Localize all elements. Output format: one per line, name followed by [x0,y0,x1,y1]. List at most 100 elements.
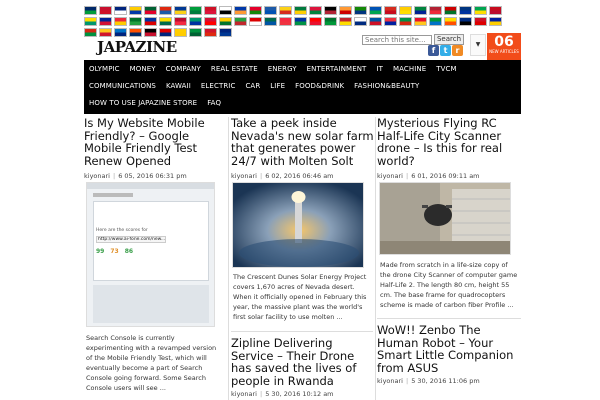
post-author[interactable]: kiyonari [231,172,257,180]
language-flag-icon[interactable] [114,28,127,37]
language-flag-icon[interactable] [159,28,172,37]
language-flag-icon[interactable] [204,17,217,26]
language-flag-icon[interactable] [324,6,337,15]
language-flag-icon[interactable] [129,17,142,26]
language-flag-icon[interactable] [414,17,427,26]
language-flag-icon[interactable] [489,6,502,15]
nav-item-electric[interactable]: ELECTRIC [196,82,241,90]
nav-item-olympic[interactable]: OLYMPIC [84,65,125,73]
language-flag-icon[interactable] [459,17,472,26]
language-flag-icon[interactable] [84,17,97,26]
nav-item-machine[interactable]: MACHINE [388,65,431,73]
nav-item-car[interactable]: CAR [240,82,265,90]
language-flag-icon[interactable] [309,17,322,26]
language-flag-icon[interactable] [249,17,262,26]
language-flag-icon[interactable] [339,6,352,15]
post-thumbnail[interactable] [379,182,511,255]
language-flag-icon[interactable] [369,17,382,26]
language-flag-icon[interactable] [204,28,217,37]
language-flag-icon[interactable] [474,17,487,26]
language-flag-icon[interactable] [294,6,307,15]
language-flag-icon[interactable] [294,17,307,26]
rss-icon[interactable]: r [452,45,463,56]
language-flag-icon[interactable] [234,17,247,26]
language-flag-icon[interactable] [219,28,232,37]
nav-item-communications[interactable]: COMMUNICATIONS [84,82,161,90]
language-flag-icon[interactable] [159,6,172,15]
post-author[interactable]: kiyonari [84,172,110,180]
language-flag-icon[interactable] [339,17,352,26]
twitter-icon[interactable]: t [440,45,451,56]
post-thumbnail[interactable] [232,182,364,268]
language-flag-icon[interactable] [249,6,262,15]
nav-item-kawaii[interactable]: KAWAII [161,82,196,90]
language-flag-icon[interactable] [354,17,367,26]
language-flag-icon[interactable] [474,6,487,15]
language-flag-icon[interactable] [444,6,457,15]
language-flag-icon[interactable] [429,6,442,15]
language-flag-icon[interactable] [234,6,247,15]
post-title[interactable]: Mysterious Flying RC Half-Life City Scan… [377,117,521,167]
language-flag-icon[interactable] [414,6,427,15]
language-flag-icon[interactable] [144,6,157,15]
nav-item-fashion-beauty[interactable]: FASHION&BEAUTY [349,82,424,90]
nav-item-store-guide[interactable]: HOW TO USE JAPAZINE STORE [84,99,202,107]
language-flag-icon[interactable] [219,17,232,26]
language-flag-icon[interactable] [279,17,292,26]
post-author[interactable]: kiyonari [377,377,403,385]
language-flag-icon[interactable] [84,28,97,37]
post-title[interactable]: Is My Website Mobile Friendly? – Google … [84,117,227,167]
nav-item-real-estate[interactable]: REAL ESTATE [206,65,263,73]
language-flag-icon[interactable] [384,6,397,15]
site-logo[interactable]: JAPAZINE [97,38,177,56]
dropdown-toggle[interactable]: ▼ [470,34,486,56]
language-flag-icon[interactable] [189,17,202,26]
date-badge[interactable]: 06 NEW ARTICLES [487,33,521,60]
language-flag-icon[interactable] [144,17,157,26]
language-flag-icon[interactable] [399,6,412,15]
language-flag-icon[interactable] [159,17,172,26]
nav-item-faq[interactable]: FAQ [202,99,226,107]
language-flag-icon[interactable] [264,6,277,15]
post-title[interactable]: Take a peek inside Nevada's new solar fa… [231,117,374,167]
language-flag-icon[interactable] [129,6,142,15]
language-flag-icon[interactable] [99,17,112,26]
language-flag-icon[interactable] [369,6,382,15]
facebook-icon[interactable]: f [428,45,439,56]
post-author[interactable]: kiyonari [231,390,257,398]
nav-item-tvcm[interactable]: TVCM [431,65,461,73]
language-flag-icon[interactable] [219,6,232,15]
language-flag-icon[interactable] [189,6,202,15]
language-flag-icon[interactable] [204,6,217,15]
language-flag-icon[interactable] [189,28,202,37]
language-flag-icon[interactable] [309,6,322,15]
post-thumbnail[interactable]: Here are the scores for http://www.ai-fo… [86,182,215,327]
post-author[interactable]: kiyonari [377,172,403,180]
language-flag-icon[interactable] [429,17,442,26]
language-flag-icon[interactable] [99,6,112,15]
language-flag-icon[interactable] [384,17,397,26]
search-button[interactable]: Search [434,34,464,45]
post-title[interactable]: WoW!! Zenbo The Human Robot – Your Smart… [377,324,521,374]
language-flag-icon[interactable] [264,17,277,26]
language-flag-icon[interactable] [144,28,157,37]
nav-item-food-drink[interactable]: FOOD&DRINK [290,82,349,90]
nav-item-company[interactable]: COMPANY [161,65,206,73]
nav-item-money[interactable]: MONEY [125,65,161,73]
language-flag-icon[interactable] [354,6,367,15]
language-flag-icon[interactable] [129,28,142,37]
nav-item-life[interactable]: LIFE [265,82,290,90]
post-title[interactable]: Zipline Delivering Service – Their Drone… [231,337,374,387]
search-input[interactable] [362,35,432,45]
language-flag-icon[interactable] [84,6,97,15]
language-flag-icon[interactable] [399,17,412,26]
language-flag-icon[interactable] [114,17,127,26]
language-flag-icon[interactable] [444,17,457,26]
language-flag-icon[interactable] [324,17,337,26]
language-flag-icon[interactable] [114,6,127,15]
language-flag-icon[interactable] [279,6,292,15]
nav-item-it[interactable]: IT [371,65,388,73]
nav-item-energy[interactable]: ENERGY [263,65,302,73]
language-flag-icon[interactable] [174,28,187,37]
nav-item-entertainment[interactable]: ENTERTAINMENT [302,65,372,73]
